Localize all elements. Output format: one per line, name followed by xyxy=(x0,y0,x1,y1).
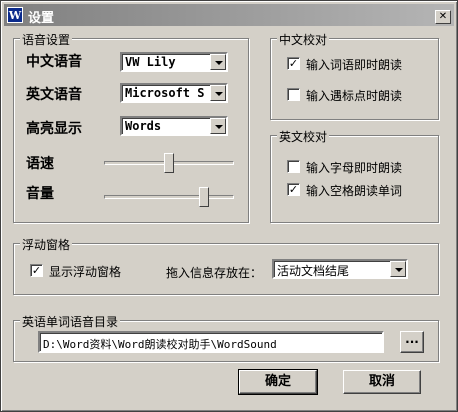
chinese-proof-group: 中文校对 ✓ 输入词语即时朗读 输入遇标点时朗读 xyxy=(270,31,439,120)
show-float-pane-label: 显示浮动窗格 xyxy=(49,265,122,279)
chinese-proof-legend: 中文校对 xyxy=(277,31,330,48)
window-title: 设置 xyxy=(28,11,55,26)
close-button[interactable]: ✕ xyxy=(435,10,451,24)
speed-slider-thumb[interactable] xyxy=(164,153,174,173)
volume-slider-track[interactable] xyxy=(104,195,234,199)
sound-dir-legend: 英语单词语音目录 xyxy=(20,313,121,330)
english-space-read-checkbox[interactable]: ✓ xyxy=(287,183,300,196)
highlight-select[interactable]: Words xyxy=(120,116,228,136)
volume-slider-thumb[interactable] xyxy=(199,187,210,207)
chinese-instant-read-label: 输入词语即时朗读 xyxy=(306,58,403,72)
chinese-punct-read-checkbox[interactable] xyxy=(287,88,300,101)
chevron-down-icon[interactable] xyxy=(210,54,226,70)
english-space-read-label: 输入空格朗读单词 xyxy=(306,184,403,198)
float-pane-legend: 浮动窗格 xyxy=(20,236,73,253)
drag-target-select[interactable]: 活动文档结尾 xyxy=(272,259,408,279)
english-voice-label: 英文语音 xyxy=(26,87,82,103)
cancel-button[interactable]: 取消 xyxy=(343,370,421,394)
drag-target-label: 拖入信息存放在： xyxy=(166,266,263,280)
english-letter-read-label: 输入字母即时朗读 xyxy=(306,161,403,175)
voice-settings-group: 语音设置 中文语音 VW Lily 英文语音 Microsoft S 高亮显示 … xyxy=(13,31,249,223)
english-voice-select[interactable]: Microsoft S xyxy=(120,83,228,103)
drag-target-value: 活动文档结尾 xyxy=(277,264,350,278)
english-letter-read-checkbox[interactable] xyxy=(287,160,300,173)
chinese-punct-read-label: 输入遇标点时朗读 xyxy=(306,89,403,103)
chinese-instant-read-checkbox[interactable]: ✓ xyxy=(287,57,300,70)
settings-dialog: W 设置 ✕ 语音设置 中文语音 VW Lily 英文语音 Microsoft … xyxy=(0,0,458,412)
english-voice-value: Microsoft S xyxy=(125,86,205,100)
english-proof-legend: 英文校对 xyxy=(277,128,330,145)
chinese-voice-select[interactable]: VW Lily xyxy=(120,52,228,72)
highlight-label: 高亮显示 xyxy=(26,121,82,137)
sound-dir-input[interactable]: D:\Word资料\Word朗读校对助手\WordSound xyxy=(38,331,384,353)
chevron-down-icon[interactable] xyxy=(210,118,226,134)
chevron-down-icon[interactable] xyxy=(390,261,406,277)
voice-settings-legend: 语音设置 xyxy=(20,31,73,48)
browse-button[interactable]: ... xyxy=(400,331,424,353)
float-pane-group: 浮动窗格 ✓ 显示浮动窗格 拖入信息存放在： 活动文档结尾 xyxy=(13,236,439,295)
volume-label: 音量 xyxy=(26,186,54,202)
highlight-value: Words xyxy=(125,119,162,133)
sound-dir-group: 英语单词语音目录 D:\Word资料\Word朗读校对助手\WordSound … xyxy=(13,313,439,362)
chinese-voice-value: VW Lily xyxy=(125,55,176,69)
word-app-icon: W xyxy=(7,7,23,23)
speed-label: 语速 xyxy=(26,156,54,172)
show-float-pane-checkbox[interactable]: ✓ xyxy=(30,264,43,277)
title-bar[interactable]: W 设置 ✕ xyxy=(4,4,454,26)
ok-button[interactable]: 确定 xyxy=(238,369,318,395)
chevron-down-icon[interactable] xyxy=(210,85,226,101)
english-proof-group: 英文校对 输入字母即时朗读 ✓ 输入空格朗读单词 xyxy=(270,128,439,223)
chinese-voice-label: 中文语音 xyxy=(26,54,82,70)
